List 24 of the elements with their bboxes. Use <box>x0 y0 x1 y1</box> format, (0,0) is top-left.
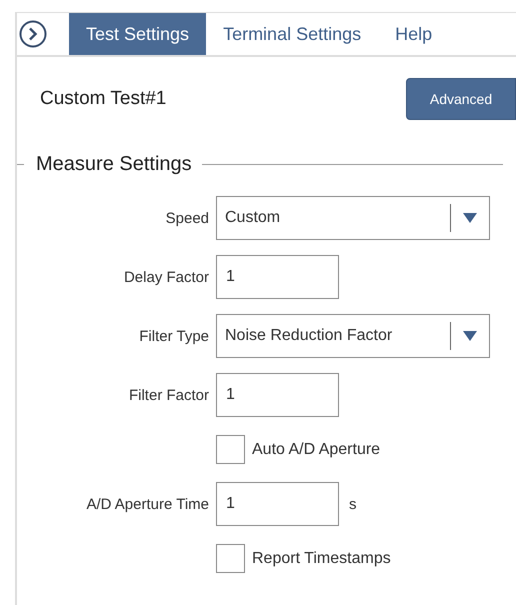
field-label: Filter Type <box>139 328 209 344</box>
tab[interactable]: Help <box>378 13 450 55</box>
checkbox[interactable] <box>216 435 245 464</box>
checkbox[interactable] <box>216 544 245 573</box>
tab[interactable]: Terminal Settings <box>206 13 378 55</box>
checkbox-label: Auto A/D Aperture <box>252 440 380 458</box>
tab[interactable]: Test Settings <box>69 13 206 55</box>
field-label: Delay Factor <box>124 268 209 286</box>
dropdown[interactable]: Custom <box>216 196 490 240</box>
field-label: Filter Factor <box>128 386 209 404</box>
chevron-circle-icon[interactable] <box>19 20 47 48</box>
input-field[interactable]: 1 <box>216 482 339 526</box>
field-label: A/D Aperture Time <box>86 496 209 512</box>
checkbox-label: Report Timestamps <box>252 550 391 568</box>
dropdown[interactable]: Noise Reduction Factor <box>216 314 490 358</box>
caret-icon <box>463 331 477 341</box>
input-field[interactable]: 1 <box>216 373 339 417</box>
field-label: Speed <box>166 210 209 226</box>
section-title: Measure Settings <box>36 153 192 176</box>
input-field[interactable]: 1 <box>216 255 339 299</box>
test-name: Custom Test#1 <box>40 88 166 110</box>
unit-label: s <box>349 496 356 512</box>
advanced-button[interactable]: Advanced <box>406 78 516 120</box>
caret-icon <box>463 213 477 223</box>
